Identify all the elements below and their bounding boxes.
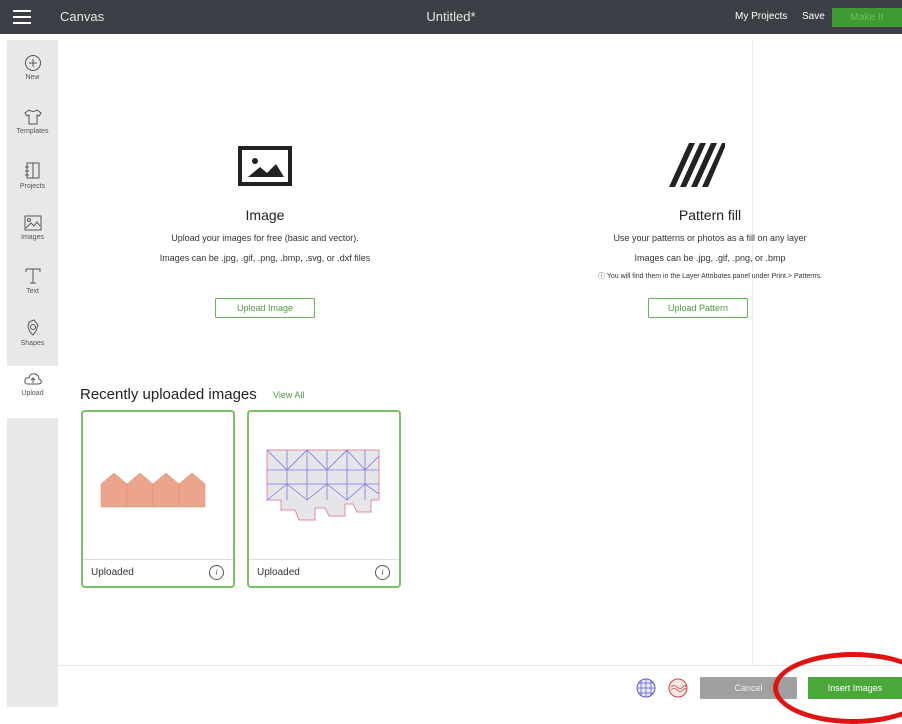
tshirt-icon — [23, 109, 42, 125]
sidebar-item-new[interactable]: New — [7, 50, 58, 102]
sidebar-item-label: Shapes — [20, 340, 45, 347]
sidebar-item-label: Templates — [16, 128, 49, 135]
globe-grid-icon[interactable] — [636, 678, 656, 698]
sidebar-item-images[interactable]: Images — [7, 210, 58, 262]
images-icon — [24, 215, 41, 231]
sidebar-item-label: Text — [26, 288, 39, 295]
pattern-section-formats: Images can be .jpg, .gif, .png, or .bmp — [634, 253, 786, 263]
save-link[interactable]: Save — [802, 11, 825, 22]
text-icon — [25, 268, 40, 284]
card-footer: Uploaded i — [249, 559, 399, 586]
pattern-fill-icon — [669, 143, 725, 192]
upload-pattern-button[interactable]: Upload Pattern — [648, 298, 748, 318]
card-footer: Uploaded i — [83, 559, 233, 586]
sidebar-item-upload[interactable]: Upload — [7, 366, 58, 418]
info-icon[interactable]: i — [209, 565, 224, 580]
info-icon[interactable]: i — [375, 565, 390, 580]
plus-circle-icon — [24, 55, 41, 71]
image-section-title: Image — [245, 207, 285, 223]
sidebar-item-projects[interactable]: Projects — [7, 157, 58, 209]
sidebar-item-shapes[interactable]: Shapes — [7, 314, 58, 366]
make-it-button[interactable]: Make It — [832, 8, 902, 27]
sidebar-item-label: New — [25, 74, 40, 81]
panel-divider — [752, 40, 753, 665]
top-bar: Canvas Untitled* My Projects Save Make I… — [0, 0, 902, 34]
sidebar-item-label: Images — [21, 234, 44, 241]
uploaded-image-card[interactable]: Uploaded i — [81, 410, 235, 588]
upload-image-button[interactable]: Upload Image — [215, 298, 315, 318]
pattern-swatch-icon[interactable] — [668, 678, 688, 698]
image-upload-icon — [238, 146, 292, 191]
pattern-section-description: Use your patterns or photos as a fill on… — [613, 233, 807, 243]
left-sidebar: New Templates Projects Images Text Shape… — [7, 40, 58, 707]
image-section: Image Upload your images for free (basic… — [110, 207, 420, 263]
uploaded-thumbnail-houses — [100, 472, 206, 508]
uploaded-thumbnail-box-template — [266, 449, 380, 521]
view-all-link[interactable]: View All — [273, 390, 304, 400]
image-section-description: Upload your images for free (basic and v… — [171, 233, 359, 243]
image-section-formats: Images can be .jpg, .gif, .png, .bmp, .s… — [159, 253, 371, 263]
pattern-section-title: Pattern fill — [678, 207, 742, 223]
shapes-icon — [26, 319, 39, 336]
sidebar-item-text[interactable]: Text — [7, 262, 58, 314]
sidebar-item-label: Projects — [19, 183, 46, 190]
recent-images-title: Recently uploaded images — [80, 386, 257, 403]
card-label: Uploaded — [257, 567, 300, 578]
uploaded-image-card[interactable]: Uploaded i — [247, 410, 401, 588]
pattern-section-note: ⓘ You will find them in the Layer Attrib… — [598, 273, 822, 280]
my-projects-link[interactable]: My Projects — [735, 11, 787, 22]
card-label: Uploaded — [91, 567, 134, 578]
sidebar-item-templates[interactable]: Templates — [7, 104, 58, 156]
projects-icon — [24, 162, 39, 179]
upload-cloud-icon — [23, 373, 42, 385]
sidebar-item-label: Upload — [21, 390, 44, 397]
pattern-section: Pattern fill Use your patterns or photos… — [545, 207, 875, 281]
